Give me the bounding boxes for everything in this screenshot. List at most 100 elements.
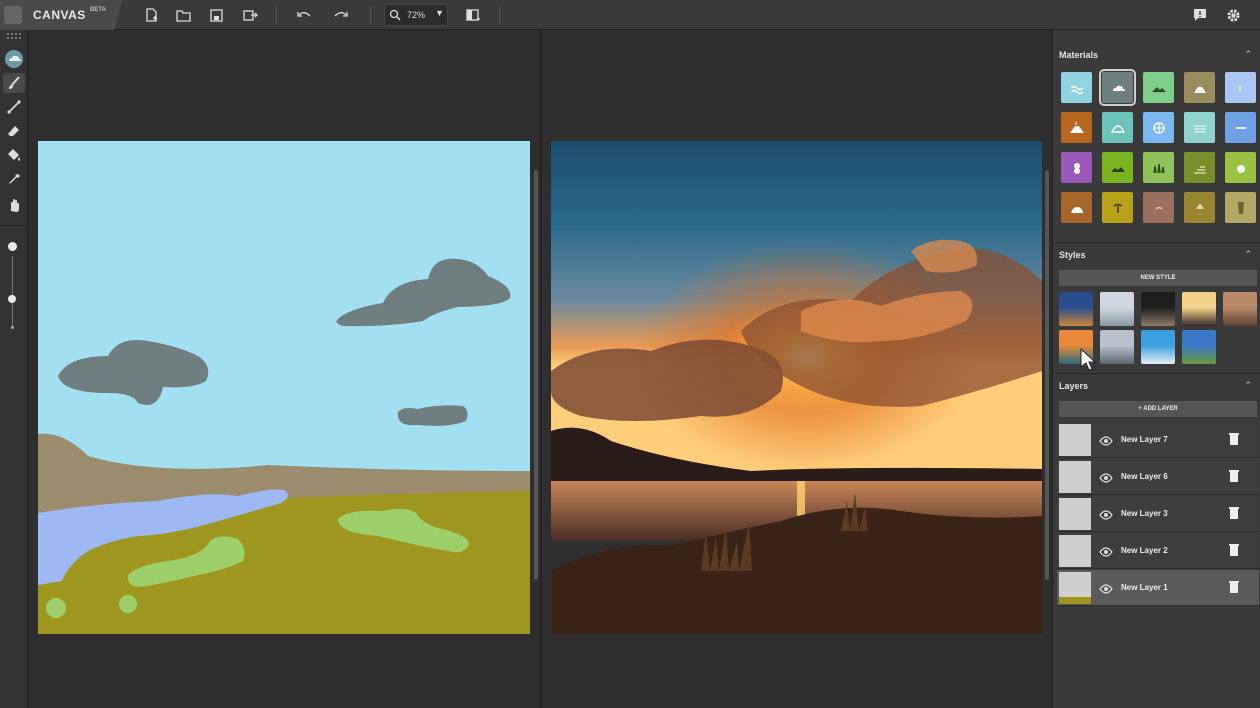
pan-hand-icon[interactable]	[3, 195, 25, 215]
toolbar-divider	[499, 6, 500, 24]
material-sky[interactable]	[1225, 72, 1256, 103]
tower-icon	[1237, 201, 1244, 214]
styles-title: Styles	[1059, 250, 1086, 260]
grass-dot-1	[46, 598, 66, 618]
style-thumbnail[interactable]	[1141, 330, 1175, 364]
material-tree[interactable]	[1184, 192, 1215, 223]
material-bush[interactable]	[1225, 152, 1256, 183]
grass-dot-2	[119, 595, 137, 613]
material-snowflake[interactable]	[1143, 112, 1174, 143]
section-divider	[1053, 242, 1260, 243]
brush-size-slider[interactable]	[12, 256, 13, 326]
line-icon[interactable]	[3, 97, 25, 117]
material-grass[interactable]	[1143, 152, 1174, 183]
drag-handle-icon[interactable]	[7, 33, 21, 39]
material-dirt[interactable]	[1184, 152, 1215, 183]
field-icon	[1110, 166, 1125, 172]
trash-icon[interactable]	[1229, 506, 1239, 524]
layer-row[interactable]: New Layer 2	[1057, 533, 1259, 569]
eye-icon[interactable]	[1099, 470, 1113, 488]
material-dome[interactable]	[1102, 112, 1133, 143]
brush-size-handle[interactable]	[8, 295, 16, 303]
split-divider[interactable]	[540, 31, 542, 708]
eye-icon[interactable]	[1099, 581, 1113, 599]
segmentation-canvas[interactable]	[38, 141, 530, 634]
dirt-icon	[1193, 165, 1206, 174]
material-rock[interactable]	[1061, 192, 1092, 223]
material-fog[interactable]	[1225, 112, 1256, 143]
style-thumbnail[interactable]	[1182, 292, 1216, 326]
export-icon[interactable]	[240, 5, 260, 25]
settings-icon[interactable]	[1223, 5, 1243, 25]
material-tower[interactable]	[1225, 192, 1256, 223]
stone-icon	[1155, 206, 1162, 209]
undo-icon[interactable]	[294, 5, 314, 25]
layer-row[interactable]: New Layer 1	[1057, 570, 1259, 606]
eye-icon[interactable]	[1099, 507, 1113, 525]
trash-icon[interactable]	[1229, 543, 1239, 561]
material-field[interactable]	[1102, 152, 1133, 183]
toggle-panel-icon[interactable]	[463, 5, 483, 25]
fill-icon[interactable]	[3, 145, 25, 165]
layer-thumbnail	[1059, 461, 1091, 493]
beta-badge: BETA	[90, 7, 106, 13]
layer-thumbnail	[1059, 535, 1091, 567]
nvidia-logo-icon	[4, 6, 22, 24]
layers-title: Layers	[1059, 381, 1089, 391]
layer-row[interactable]: New Layer 3	[1057, 496, 1259, 532]
material-volcano[interactable]	[1061, 112, 1092, 143]
eyedropper-icon[interactable]	[3, 170, 25, 190]
material-waves[interactable]	[1184, 112, 1215, 143]
material-cloud[interactable]	[1099, 69, 1136, 106]
app-brand: CANVAS BETA	[0, 0, 122, 30]
eye-icon[interactable]	[1099, 544, 1113, 562]
chevron-up-icon[interactable]: ⌃	[1244, 380, 1252, 391]
layer-thumbnail	[1059, 424, 1091, 456]
top-toolbar: CANVAS BETA 72% ▼	[0, 0, 1260, 30]
new-file-icon[interactable]	[141, 5, 161, 25]
volcano-icon	[1069, 121, 1084, 133]
chevron-up-icon[interactable]: ⌃	[1244, 249, 1252, 260]
open-folder-icon[interactable]	[173, 5, 193, 25]
new-style-button[interactable]: NEW STYLE	[1059, 270, 1257, 286]
style-thumbnail[interactable]	[1182, 330, 1216, 364]
material-stone[interactable]	[1143, 192, 1174, 223]
style-thumbnail[interactable]	[1059, 292, 1093, 326]
add-layer-button[interactable]: + ADD LAYER	[1059, 401, 1257, 417]
eraser-icon[interactable]	[3, 121, 25, 141]
style-thumbnail[interactable]	[1100, 330, 1134, 364]
trash-icon[interactable]	[1229, 469, 1239, 487]
toolbar-divider	[276, 6, 277, 24]
layer-thumbnail	[1059, 498, 1091, 530]
layer-row[interactable]: New Layer 7	[1057, 422, 1259, 458]
chevron-up-icon[interactable]: ⌃	[1244, 49, 1252, 60]
toolbar-divider	[370, 6, 371, 24]
eye-icon[interactable]	[1099, 433, 1113, 451]
layer-name: New Layer 7	[1121, 435, 1168, 444]
style-thumbnail[interactable]	[1100, 292, 1134, 326]
redo-icon[interactable]	[331, 5, 351, 25]
cloud-icon	[1112, 85, 1125, 91]
material-flower[interactable]	[1061, 152, 1092, 183]
style-thumbnail[interactable]	[1141, 292, 1175, 326]
feedback-icon[interactable]	[1190, 5, 1210, 25]
canvas-scrollbar[interactable]	[534, 170, 538, 580]
fog-icon	[1235, 126, 1246, 129]
layer-row[interactable]: New Layer 6	[1057, 459, 1259, 495]
trash-icon[interactable]	[1229, 432, 1239, 450]
save-icon[interactable]	[206, 5, 226, 25]
style-thumbnail[interactable]	[1223, 292, 1257, 326]
brush-icon[interactable]	[3, 73, 25, 93]
material-brush-icon[interactable]	[3, 49, 25, 69]
tree-icon	[1195, 202, 1204, 209]
material-water[interactable]	[1061, 72, 1092, 103]
mouse-cursor-icon	[1080, 347, 1097, 377]
bush-icon	[1236, 164, 1245, 173]
trash-icon[interactable]	[1229, 580, 1239, 598]
zoom-select[interactable]: 72% ▼	[384, 4, 448, 26]
material-mountain[interactable]	[1184, 72, 1215, 103]
layer-name: New Layer 3	[1121, 509, 1168, 518]
material-hill[interactable]	[1143, 72, 1174, 103]
output-scrollbar[interactable]	[1045, 170, 1049, 580]
material-palm[interactable]	[1102, 192, 1133, 223]
